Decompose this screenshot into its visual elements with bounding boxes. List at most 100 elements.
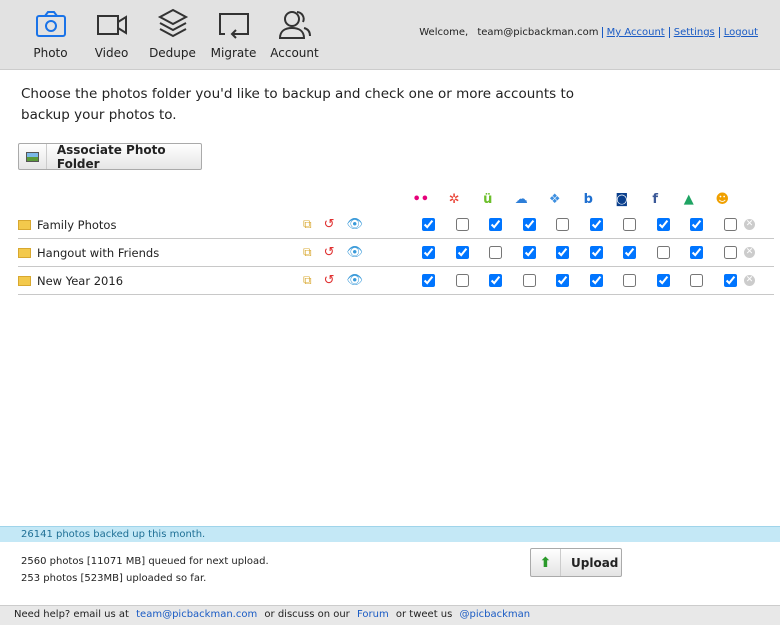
tweet-text: or tweet us	[395, 609, 453, 620]
view-icon[interactable]: 👁	[346, 245, 363, 260]
welcome-text: Welcome,	[419, 27, 469, 38]
folder-name[interactable]: Family Photos	[37, 218, 116, 232]
users-icon	[278, 11, 311, 39]
folder-row: Hangout with Friends ⧉ ↺ 👁 ✕	[18, 239, 774, 267]
checkbox-smugmug[interactable]	[489, 246, 503, 259]
checkbox-other-service[interactable]	[723, 274, 737, 287]
checkbox-camera-service[interactable]	[623, 246, 637, 259]
checkbox-box[interactable]	[589, 218, 603, 231]
folder-actions: ⧉ ↺ 👁	[303, 217, 363, 232]
camera-service-icon: ◙	[615, 192, 629, 207]
checkbox-onedrive[interactable]	[522, 218, 536, 231]
top-bar: Photo Video Dedupe Migrate Account Welco…	[0, 0, 780, 70]
nav-migrate[interactable]: Migrate	[203, 8, 264, 60]
checkbox-other-service[interactable]	[723, 218, 737, 231]
folder-actions: ⧉ ↺ 👁	[303, 273, 363, 288]
checkbox-camera-service[interactable]	[623, 218, 637, 231]
video-icon	[96, 15, 127, 35]
logout-link[interactable]: Logout	[718, 27, 762, 38]
google-drive-icon: ▲	[683, 192, 694, 207]
box-icon: b	[583, 192, 593, 207]
reset-icon[interactable]: ↺	[324, 245, 335, 260]
checkbox-google-photos[interactable]	[455, 218, 469, 231]
checkbox-google-drive[interactable]	[690, 246, 704, 259]
checkbox-google-photos[interactable]	[455, 274, 469, 287]
service-checkboxes	[412, 218, 747, 231]
user-bar: Welcome, team@picbackman.com My Account S…	[419, 27, 762, 38]
folder-name[interactable]: New Year 2016	[37, 274, 123, 288]
facebook-icon: f	[652, 192, 659, 207]
view-icon[interactable]: 👁	[346, 273, 363, 288]
other-service-icon: ☻	[715, 192, 730, 207]
nav-dedupe[interactable]: Dedupe	[142, 8, 203, 60]
service-checkboxes	[412, 274, 747, 287]
flickr-icon: ••	[412, 192, 430, 207]
nav-account[interactable]: Account	[264, 8, 325, 60]
folder-row: New Year 2016 ⧉ ↺ 👁 ✕	[18, 267, 774, 295]
email-link[interactable]: team@picbackman.com	[136, 609, 257, 620]
change-folder-icon[interactable]: ⧉	[303, 217, 312, 232]
twitter-link[interactable]: @picbackman	[460, 609, 531, 620]
nav-label: Migrate	[210, 46, 257, 60]
change-folder-icon[interactable]: ⧉	[303, 245, 312, 260]
nav-video[interactable]: Video	[81, 8, 142, 60]
folder-actions: ⧉ ↺ 👁	[303, 245, 363, 260]
associate-folder-button[interactable]: Associate Photo Folder	[18, 142, 202, 171]
upload-icon: ⬆	[531, 549, 561, 576]
folder-icon	[18, 219, 31, 230]
settings-link[interactable]: Settings	[668, 27, 719, 38]
checkbox-onedrive[interactable]	[522, 274, 536, 287]
checkbox-facebook[interactable]	[656, 246, 670, 259]
discuss-text: or discuss on our	[264, 609, 350, 620]
checkbox-smugmug[interactable]	[489, 274, 503, 287]
status-bar: 26141 photos backed up this month.	[0, 526, 780, 542]
remove-folder-icon[interactable]: ✕	[744, 275, 755, 286]
checkbox-camera-service[interactable]	[623, 274, 637, 287]
nav-label: Photo	[33, 46, 68, 60]
checkbox-google-photos[interactable]	[455, 246, 469, 259]
checkbox-flickr[interactable]	[422, 274, 436, 287]
reset-icon[interactable]: ↺	[324, 273, 335, 288]
checkbox-google-drive[interactable]	[690, 274, 704, 287]
checkbox-other-service[interactable]	[723, 246, 737, 259]
forum-link[interactable]: Forum	[357, 609, 389, 620]
my-account-link[interactable]: My Account	[601, 27, 669, 38]
reset-icon[interactable]: ↺	[324, 217, 335, 232]
remove-folder-icon[interactable]: ✕	[744, 247, 755, 258]
upload-label: Upload	[571, 555, 619, 570]
queue-info: 2560 photos [11071 MB] queued for next u…	[21, 553, 269, 587]
checkbox-dropbox[interactable]	[556, 218, 570, 231]
associate-label: Associate Photo Folder	[56, 142, 166, 171]
checkbox-google-drive[interactable]	[690, 218, 704, 231]
folder-list: Family Photos ⧉ ↺ 👁 ✕ Hangout with Friends …	[18, 211, 774, 295]
intro-text: Choose the photos folder you'd like to b…	[21, 86, 574, 123]
nav-label: Dedupe	[149, 46, 196, 60]
upload-button[interactable]: ⬆ Upload	[530, 548, 622, 577]
checkbox-dropbox[interactable]	[556, 246, 570, 259]
checkbox-dropbox[interactable]	[556, 274, 570, 287]
checkbox-flickr[interactable]	[422, 218, 436, 231]
checkbox-flickr[interactable]	[422, 246, 436, 259]
view-icon[interactable]: 👁	[346, 217, 363, 232]
nav-label: Video	[94, 46, 129, 60]
footer: Need help? email us at team@picbackman.c…	[0, 605, 780, 625]
folder-name[interactable]: Hangout with Friends	[37, 246, 159, 260]
checkbox-smugmug[interactable]	[489, 218, 503, 231]
checkbox-box[interactable]	[589, 246, 603, 259]
onedrive-icon: ☁	[514, 192, 528, 207]
checkbox-facebook[interactable]	[656, 274, 670, 287]
image-icon	[19, 144, 47, 169]
service-checkboxes	[412, 246, 747, 259]
change-folder-icon[interactable]: ⧉	[303, 273, 312, 288]
main-nav: Photo Video Dedupe Migrate Account	[20, 8, 325, 60]
nav-photo[interactable]: Photo	[20, 8, 81, 60]
checkbox-onedrive[interactable]	[522, 246, 536, 259]
remove-folder-icon[interactable]: ✕	[744, 219, 755, 230]
checkbox-box[interactable]	[589, 274, 603, 287]
migrate-icon	[218, 13, 249, 39]
layers-icon	[157, 8, 188, 38]
checkbox-facebook[interactable]	[656, 218, 670, 231]
help-text: Need help? email us at	[14, 609, 129, 620]
queued-text: 2560 photos [11071 MB] queued for next u…	[21, 556, 269, 567]
uploaded-text: 253 photos [523MB] uploaded so far.	[21, 573, 207, 584]
